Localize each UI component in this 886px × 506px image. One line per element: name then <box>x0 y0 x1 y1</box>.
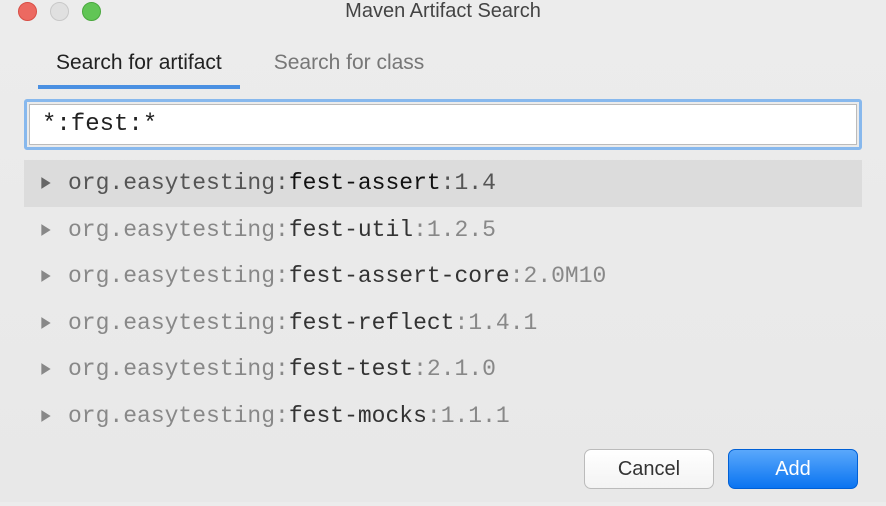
cancel-button[interactable]: Cancel <box>584 449 714 489</box>
separator: : <box>275 170 289 196</box>
disclosure-arrow-icon[interactable] <box>36 223 56 237</box>
separator: : <box>275 356 289 382</box>
artifact-coordinates: org.easytesting:fest-reflect:1.4.1 <box>68 306 537 341</box>
tab-bar: Search for artifact Search for class <box>24 41 862 89</box>
result-row[interactable]: org.easytesting:fest-reflect:1.4.1 <box>24 300 862 347</box>
disclosure-arrow-icon[interactable] <box>36 409 56 423</box>
separator: : <box>455 310 469 336</box>
version: 1.4 <box>455 170 496 196</box>
result-row[interactable]: org.easytesting:fest-assert:1.4 <box>24 160 862 207</box>
result-row[interactable]: org.easytesting:fest-mocks:1.1.1 <box>24 393 862 440</box>
separator: : <box>275 310 289 336</box>
artifact-coordinates: org.easytesting:fest-assert:1.4 <box>68 166 496 201</box>
disclosure-arrow-icon[interactable] <box>36 269 56 283</box>
artifact-id: fest-test <box>289 356 413 382</box>
result-row[interactable]: org.easytesting:fest-util:1.2.5 <box>24 207 862 254</box>
dialog-window: Maven Artifact Search Search for artifac… <box>0 0 886 502</box>
version: 1.2.5 <box>427 217 496 243</box>
separator: : <box>427 403 441 429</box>
separator: : <box>275 217 289 243</box>
disclosure-arrow-icon[interactable] <box>36 176 56 190</box>
artifact-coordinates: org.easytesting:fest-mocks:1.1.1 <box>68 399 510 434</box>
separator: : <box>413 356 427 382</box>
artifact-id: fest-mocks <box>289 403 427 429</box>
disclosure-arrow-icon[interactable] <box>36 362 56 376</box>
search-input[interactable] <box>29 104 857 145</box>
close-window-button[interactable] <box>18 2 37 21</box>
group-id: org.easytesting <box>68 356 275 382</box>
separator: : <box>275 403 289 429</box>
artifact-coordinates: org.easytesting:fest-assert-core:2.0M10 <box>68 259 606 294</box>
version: 1.4.1 <box>468 310 537 336</box>
artifact-id: fest-reflect <box>289 310 455 336</box>
add-button[interactable]: Add <box>728 449 858 489</box>
artifact-id: fest-assert-core <box>289 263 510 289</box>
artifact-id: fest-assert <box>289 170 441 196</box>
separator: : <box>413 217 427 243</box>
result-row[interactable]: org.easytesting:fest-assert-core:2.0M10 <box>24 253 862 300</box>
group-id: org.easytesting <box>68 403 275 429</box>
button-bar: Cancel Add <box>24 439 862 505</box>
result-row[interactable]: org.easytesting:fest-test:2.1.0 <box>24 346 862 393</box>
group-id: org.easytesting <box>68 217 275 243</box>
artifact-coordinates: org.easytesting:fest-util:1.2.5 <box>68 213 496 248</box>
minimize-window-button[interactable] <box>50 2 69 21</box>
titlebar: Maven Artifact Search <box>0 0 886 23</box>
window-title: Maven Artifact Search <box>16 0 870 23</box>
group-id: org.easytesting <box>68 170 275 196</box>
separator: : <box>510 263 524 289</box>
zoom-window-button[interactable] <box>82 2 101 21</box>
separator: : <box>275 263 289 289</box>
group-id: org.easytesting <box>68 310 275 336</box>
version: 2.0M10 <box>524 263 607 289</box>
results-list[interactable]: org.easytesting:fest-assert:1.4org.easyt… <box>24 160 862 439</box>
version: 2.1.0 <box>427 356 496 382</box>
separator: : <box>441 170 455 196</box>
search-input-wrapper <box>24 99 862 150</box>
dialog-content: Search for artifact Search for class org… <box>0 23 886 505</box>
disclosure-arrow-icon[interactable] <box>36 316 56 330</box>
artifact-id: fest-util <box>289 217 413 243</box>
group-id: org.easytesting <box>68 263 275 289</box>
window-controls <box>18 2 101 21</box>
version: 1.1.1 <box>441 403 510 429</box>
tab-search-class[interactable]: Search for class <box>266 41 433 89</box>
artifact-coordinates: org.easytesting:fest-test:2.1.0 <box>68 352 496 387</box>
tab-search-artifact[interactable]: Search for artifact <box>48 41 230 89</box>
